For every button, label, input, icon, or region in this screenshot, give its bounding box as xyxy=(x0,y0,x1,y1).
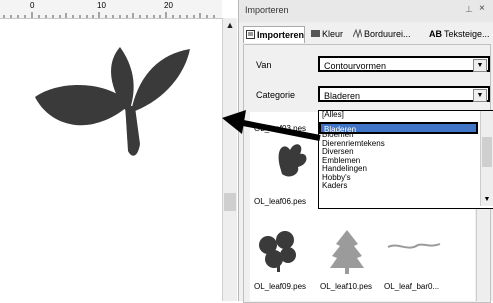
van-select-value: Contourvormen xyxy=(324,61,387,71)
ruler-ticks xyxy=(3,12,215,18)
dropdown-item-selected[interactable]: Bladeren xyxy=(319,122,478,134)
thumb-label-leaf10[interactable]: OL_leaf10.pes xyxy=(320,282,372,291)
pin-icon[interactable]: ⊥ xyxy=(465,4,473,15)
tab-kleur[interactable]: Kleur xyxy=(309,26,349,42)
thumb-label-leaf06[interactable]: OL_leaf06.pes xyxy=(254,197,306,206)
categorie-select-value: Bladeren xyxy=(324,91,361,101)
ruler-label-20: 20 xyxy=(164,1,173,10)
annotation-arrow-icon xyxy=(222,110,321,141)
tab-teksteige-label: Teksteige... xyxy=(444,29,490,39)
import-icon xyxy=(246,28,255,39)
leaf-branch-design[interactable] xyxy=(0,19,222,301)
ruler-label-10: 10 xyxy=(97,1,106,10)
tab-importeren-label: Importeren xyxy=(257,30,305,40)
tab-importeren[interactable]: Importeren xyxy=(243,26,305,43)
color-icon xyxy=(311,27,320,37)
tab-teksteige[interactable]: AB Teksteige... xyxy=(427,26,493,42)
tab-borduurei-label: Borduurei... xyxy=(364,29,411,39)
scroll-down-arrow-icon[interactable]: ▼ xyxy=(481,196,493,206)
dropdown-scroll-thumb[interactable] xyxy=(482,137,492,167)
tab-kleur-label: Kleur xyxy=(322,29,344,39)
panel-title: Importeren xyxy=(245,5,289,15)
panel-tabs: Importeren Kleur Borduurei... AB Teksteig… xyxy=(239,24,493,44)
leaf10-thumbnail xyxy=(330,230,364,274)
thumb-label-leaf-bar[interactable]: OL_leaf_bar0... xyxy=(384,282,439,291)
categorie-dropdown-list[interactable]: [Alles] . Bloemen Dierenriemtekens Diver… xyxy=(318,110,493,209)
thumb-label-leaf09[interactable]: OL_leaf09.pes xyxy=(254,282,306,291)
ruler-label-0: 0 xyxy=(30,1,35,10)
text-icon: AB xyxy=(429,29,442,39)
scroll-thumb[interactable] xyxy=(224,193,236,211)
canvas-vertical-scrollbar[interactable]: ▲ xyxy=(222,18,237,301)
categorie-label: Categorie xyxy=(256,90,296,100)
tab-borduurei[interactable]: Borduurei... xyxy=(351,26,421,42)
chevron-down-icon[interactable]: ▼ xyxy=(473,59,487,72)
horizontal-ruler: 0 10 20 xyxy=(0,0,222,19)
dropdown-item[interactable]: [Alles] xyxy=(319,110,493,120)
chevron-down-icon[interactable]: ▼ xyxy=(473,89,487,102)
design-canvas[interactable] xyxy=(0,19,222,301)
embroidery-icon xyxy=(352,27,363,39)
panel-titlebar: Importeren ⊥ × xyxy=(239,0,493,22)
leaf09-thumbnail xyxy=(259,231,296,272)
van-label: Van xyxy=(256,60,272,70)
leaf-bar-thumbnail xyxy=(387,243,441,249)
scroll-up-arrow-icon[interactable]: ▲ xyxy=(223,18,237,32)
categorie-select[interactable]: Bladeren ▼ xyxy=(318,86,490,102)
close-icon[interactable]: × xyxy=(479,3,485,14)
van-select[interactable]: Contourvormen ▼ xyxy=(318,56,490,72)
dropdown-item[interactable]: Kaders xyxy=(319,181,493,191)
dropdown-scrollbar[interactable]: ▼ xyxy=(480,111,493,206)
